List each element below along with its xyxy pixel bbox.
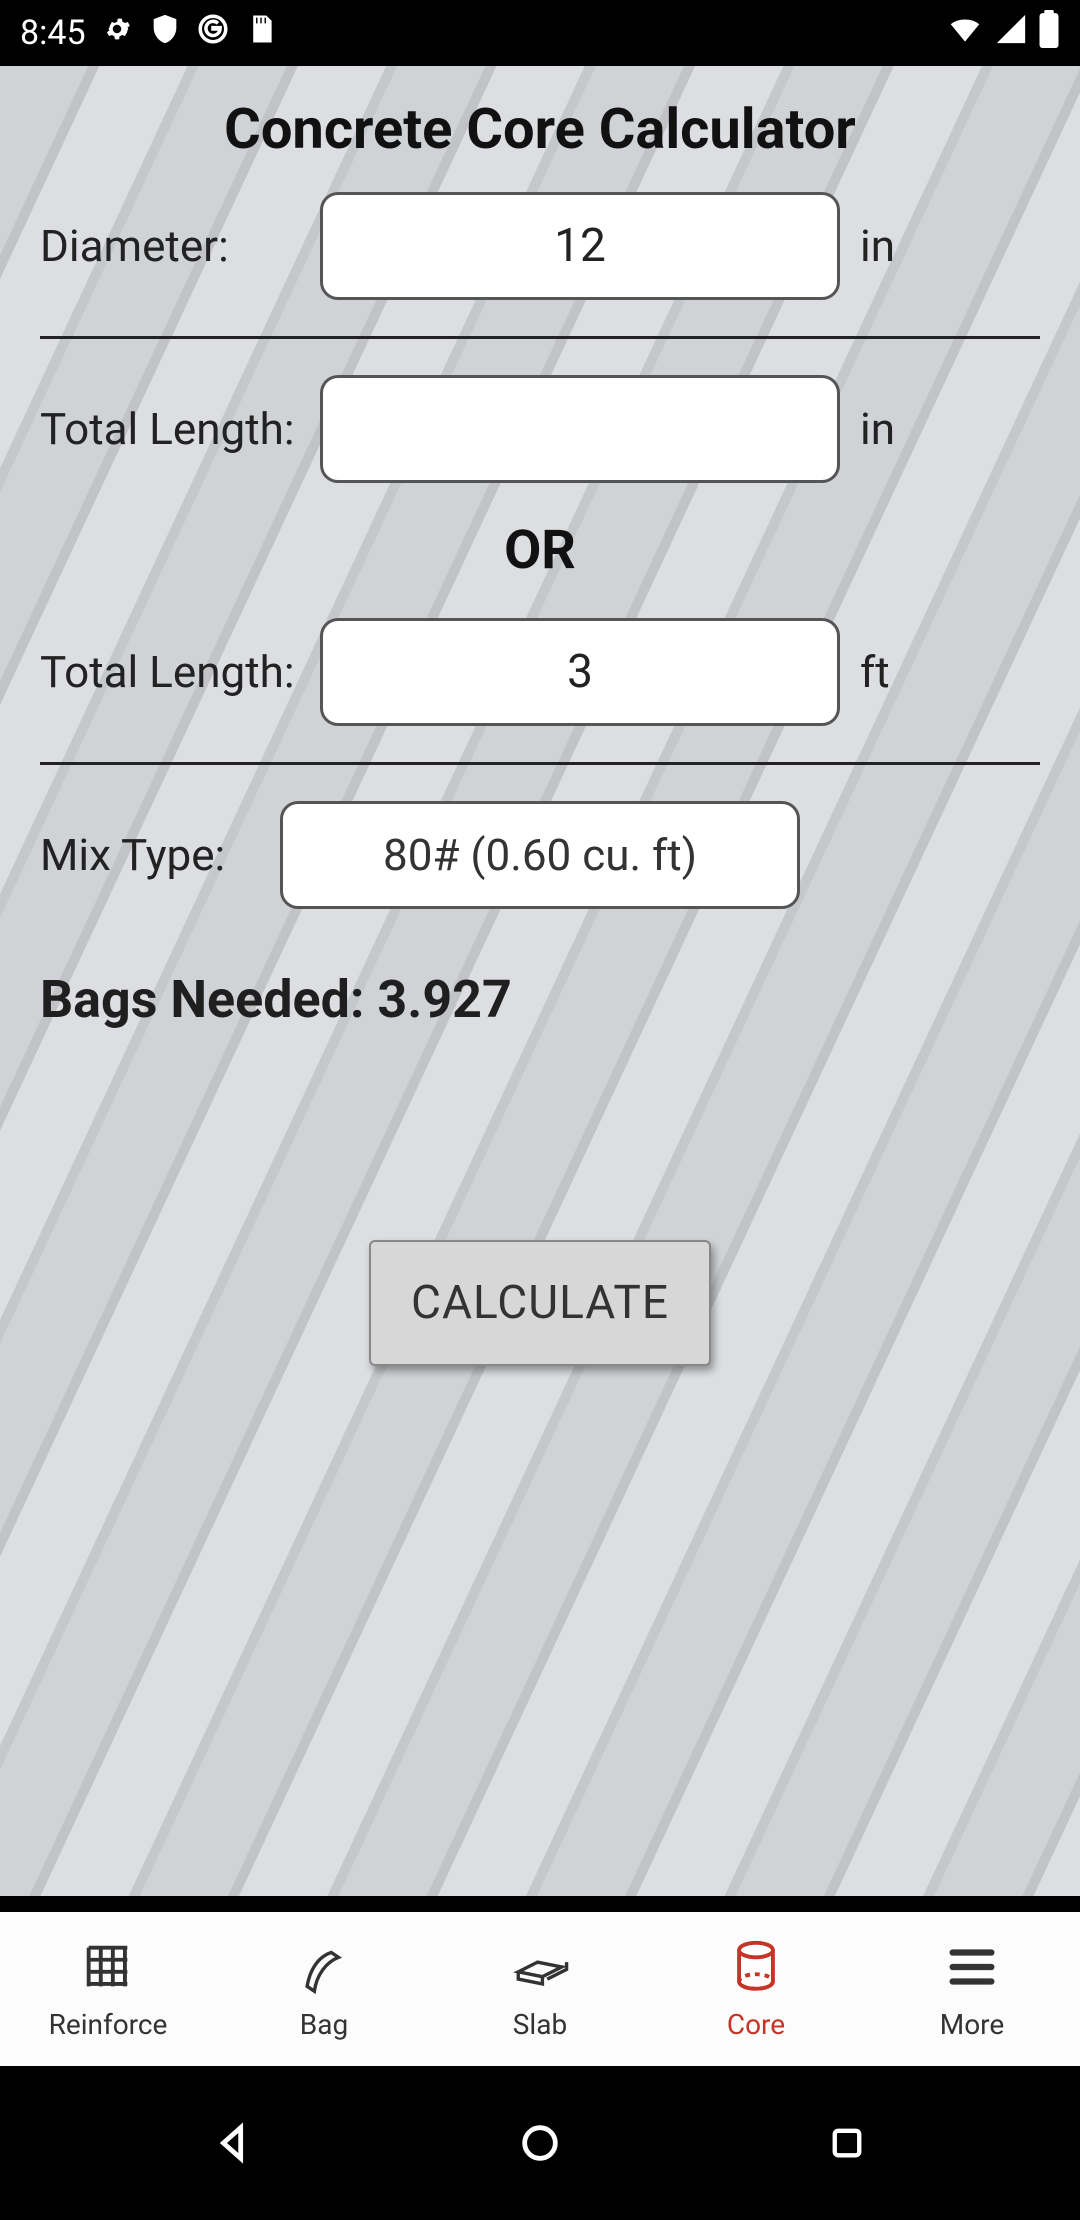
- main-content: Concrete Core Calculator Diameter: in To…: [0, 66, 1080, 1896]
- length-in-input[interactable]: [320, 375, 840, 483]
- cylinder-icon: [727, 1938, 785, 2000]
- gear-icon: [100, 12, 134, 55]
- length-in-label: Total Length:: [40, 403, 300, 455]
- mix-row: Mix Type: 80# (0.60 cu. ft): [40, 801, 1040, 909]
- shield-icon: [148, 12, 182, 55]
- mix-label: Mix Type:: [40, 829, 260, 881]
- nav-label: Slab: [513, 2008, 567, 2041]
- or-label: OR: [40, 519, 1040, 582]
- nav-bag[interactable]: Bag: [216, 1912, 432, 2066]
- g-icon: [196, 12, 230, 55]
- nav-core[interactable]: Core: [648, 1912, 864, 2066]
- status-right: [946, 10, 1060, 57]
- page-title: Concrete Core Calculator: [40, 96, 1040, 162]
- calculate-button[interactable]: CALCULATE: [369, 1240, 711, 1366]
- more-icon: [943, 1938, 1001, 2000]
- nav-label: Core: [727, 2008, 785, 2041]
- mix-select[interactable]: 80# (0.60 cu. ft): [280, 801, 800, 909]
- nav-more[interactable]: More: [864, 1912, 1080, 2066]
- length-ft-label: Total Length:: [40, 646, 300, 698]
- home-button[interactable]: [510, 2113, 570, 2173]
- length-ft-row: Total Length: ft: [40, 618, 1040, 726]
- sd-icon: [244, 12, 278, 55]
- diameter-input[interactable]: [320, 192, 840, 300]
- nav-reinforce[interactable]: Reinforce: [0, 1912, 216, 2066]
- divider: [40, 336, 1040, 339]
- result-prefix: Bags Needed:: [40, 969, 377, 1030]
- diameter-unit: in: [860, 220, 895, 272]
- length-ft-unit: ft: [860, 646, 890, 698]
- nav-label: Reinforce: [49, 2008, 168, 2041]
- recents-button[interactable]: [817, 2113, 877, 2173]
- diameter-row: Diameter: in: [40, 192, 1040, 300]
- status-bar: 8:45: [0, 0, 1080, 66]
- result-value: 3.927: [377, 969, 511, 1030]
- length-ft-input[interactable]: [320, 618, 840, 726]
- diameter-label: Diameter:: [40, 220, 300, 272]
- bag-icon: [295, 1938, 353, 2000]
- length-in-unit: in: [860, 403, 895, 455]
- divider: [40, 762, 1040, 765]
- grid-icon: [79, 1938, 137, 2000]
- battery-icon: [1038, 10, 1060, 57]
- length-in-row: Total Length: in: [40, 375, 1040, 483]
- nav-slab[interactable]: Slab: [432, 1912, 648, 2066]
- result-line: Bags Needed: 3.927: [40, 969, 1040, 1030]
- wifi-icon: [946, 10, 984, 57]
- nav-label: Bag: [300, 2008, 348, 2041]
- slab-icon: [511, 1938, 569, 2000]
- calculate-wrap: CALCULATE: [40, 1240, 1040, 1366]
- bottom-nav: Reinforce Bag Slab Core More: [0, 1912, 1080, 2066]
- nav-label: More: [940, 2008, 1005, 2041]
- back-button[interactable]: [203, 2113, 263, 2173]
- status-time: 8:45: [20, 13, 86, 53]
- system-nav: [0, 2066, 1080, 2220]
- status-left: 8:45: [20, 12, 278, 55]
- signal-icon: [994, 12, 1028, 55]
- mix-value: 80# (0.60 cu. ft): [383, 829, 697, 881]
